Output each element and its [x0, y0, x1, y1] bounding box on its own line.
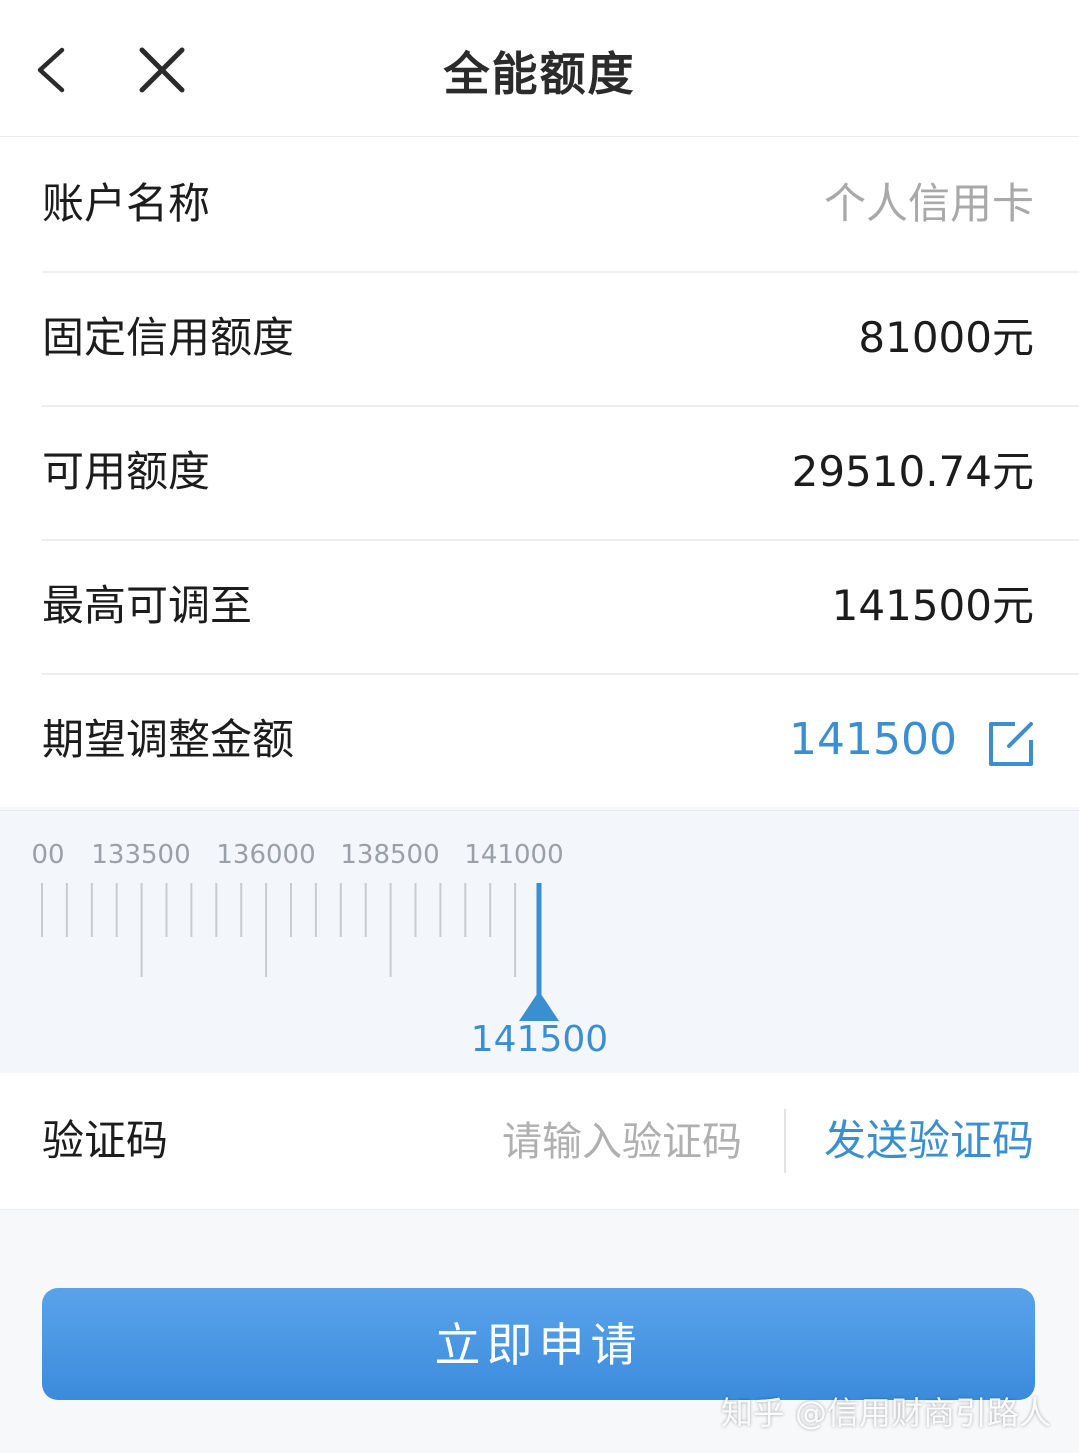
captcha-row: 验证码 发送验证码 [0, 1073, 1079, 1210]
row-label: 期望调整金额 [42, 715, 295, 764]
fixed-limit-value: 81000元 [858, 313, 1034, 362]
watermark: 知乎 @信用财商引路人 [720, 1394, 1051, 1432]
tick-label: 133500 [91, 840, 190, 870]
fixed-limit-row: 固定信用额度 81000元 [0, 271, 1079, 405]
info-list: 账户名称 个人信用卡 固定信用额度 81000元 可用额度 29510.74元 … [0, 137, 1079, 807]
divider [784, 1109, 786, 1173]
captcha-label: 验证码 [42, 1116, 169, 1165]
max-limit-row: 最高可调至 141500元 [0, 539, 1079, 673]
tick-label: 141000 [464, 840, 563, 870]
row-label: 固定信用额度 [42, 313, 295, 362]
row-label: 最高可调至 [42, 581, 253, 630]
edit-icon[interactable] [985, 718, 1037, 770]
captcha-input[interactable] [440, 1111, 744, 1173]
account-name-value: 个人信用卡 [823, 179, 1034, 228]
tick-label: 138500 [340, 840, 439, 870]
row-label: 账户名称 [42, 179, 211, 228]
desired-amount-value[interactable]: 141500 [789, 673, 957, 807]
desired-amount-row[interactable]: 期望调整金额 141500 [0, 673, 1079, 807]
available-limit-value: 29510.74元 [791, 447, 1034, 496]
send-code-button[interactable]: 发送验证码 [824, 1073, 1034, 1209]
account-name-row: 账户名称 个人信用卡 [0, 137, 1079, 271]
slider-selected-value: 141500 [470, 1019, 609, 1060]
max-limit-value: 141500元 [831, 581, 1034, 630]
apply-button[interactable]: 立即申请 [42, 1288, 1035, 1400]
amount-slider[interactable]: 00 133500 136000 138500 141000 141500 [0, 810, 1079, 1074]
header-bar: 全能额度 [0, 0, 1079, 137]
tick-label: 136000 [216, 840, 315, 870]
tick-label: 00 [31, 840, 64, 870]
page-title: 全能额度 [443, 47, 636, 101]
available-limit-row: 可用额度 29510.74元 [0, 405, 1079, 539]
slider-pointer-icon[interactable] [519, 991, 559, 1021]
row-label: 可用额度 [42, 447, 211, 496]
